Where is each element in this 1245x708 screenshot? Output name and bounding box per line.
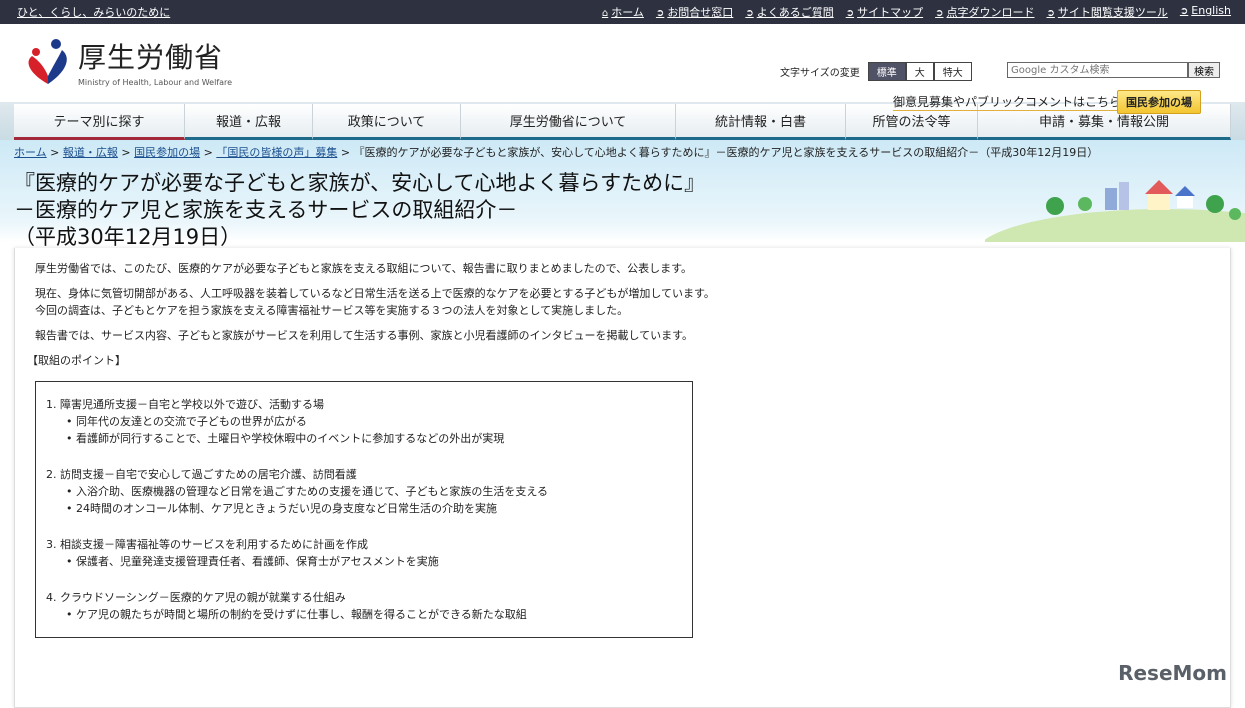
english-link[interactable]: ➲ English bbox=[1180, 4, 1231, 20]
nav-theme[interactable]: テーマ別に探す bbox=[14, 104, 185, 140]
font-size-switcher: 文字サイズの変更 標準 大 特大 bbox=[780, 62, 972, 81]
arrow-icon: ➲ bbox=[935, 8, 944, 19]
title-banner: ホーム > 報道・広報 > 国民参加の場 > 「国民の皆様の声」募集 > 『医療… bbox=[0, 140, 1245, 249]
points-label: 【取組のポイント】 bbox=[27, 354, 126, 367]
arrow-icon: ➲ bbox=[655, 8, 665, 19]
logo-jp: 厚生労働省 bbox=[78, 41, 224, 74]
watermark: ReseMom bbox=[1118, 661, 1227, 685]
intro-paragraph: 厚生労働省では、このたび、医療的ケアが必要な子どもと家族を支える取組について、報… bbox=[35, 262, 693, 275]
utility-links: ⌂ ホーム ➲ お問合せ窓口 ➲ よくあるご質問 ➲ サイトマップ ➲ 点字ダウンロード … bbox=[602, 4, 1231, 20]
breadcrumb-participation[interactable]: 国民参加の場 bbox=[134, 146, 200, 159]
font-size-large[interactable]: 大 bbox=[905, 62, 934, 81]
background-paragraph: 現在、身体に気管切開部がある、人工呼吸器を装着しているなど日常生活を送る上で医療… bbox=[35, 287, 715, 317]
kokumin-button[interactable]: 国民参加の場 bbox=[1117, 90, 1201, 114]
public-comment-link[interactable]: 御意見募集やパブリックコメントはこちら bbox=[893, 93, 1122, 111]
point-item: 1. 障害児通所支援－自宅と学校以外で遊び、活動する場 • 同年代の友達との交流で… bbox=[46, 398, 505, 445]
sitemap-link[interactable]: ➲ サイトマップ bbox=[846, 4, 923, 20]
header: 厚生労働省 Ministry of Health, Labour and Welf… bbox=[0, 24, 1245, 114]
font-size-label: 文字サイズの変更 bbox=[780, 68, 860, 79]
top-bar: ひと、くらし、みらいのために ⌂ ホーム ➲ お問合せ窓口 ➲ よくあるご質問 ➲ サイ… bbox=[0, 0, 1245, 24]
contact-link[interactable]: ➲ お問合せ窓口 bbox=[656, 4, 733, 20]
point-item: 2. 訪問支援－自宅で安心して過ごすための居宅介護、訪問看護 • 入浴介助、医療機… bbox=[46, 468, 548, 515]
breadcrumb-press[interactable]: 報道・広報 bbox=[63, 146, 118, 159]
arrow-icon: ➲ bbox=[1046, 8, 1055, 19]
mhlw-logo-icon bbox=[28, 39, 67, 84]
search-button[interactable]: 検索 bbox=[1188, 62, 1220, 78]
font-size-xlarge[interactable]: 特大 bbox=[933, 62, 972, 81]
logo[interactable]: 厚生労働省 Ministry of Health, Labour and Welf… bbox=[22, 36, 232, 88]
breadcrumb-voice[interactable]: 「国民の皆様の声」募集 bbox=[216, 146, 337, 159]
town-illustration-icon bbox=[985, 180, 1245, 242]
arrow-icon: ➲ bbox=[745, 8, 754, 19]
home-link[interactable]: ⌂ ホーム bbox=[602, 4, 644, 20]
arrow-icon: ➲ bbox=[845, 8, 855, 19]
braille-link[interactable]: ➲ 点字ダウンロード bbox=[935, 4, 1034, 20]
nav-press[interactable]: 報道・広報 bbox=[185, 104, 313, 140]
report-paragraph: 報告書では、サービス内容、子どもと家族がサービスを利用して生活する事例、家族と小… bbox=[35, 329, 694, 342]
point-item: 4. クラウドソーシング－医療的ケア児の親が就業する仕組み • ケア児の親たちが時… bbox=[46, 591, 527, 621]
point-item: 3. 相談支援－障害福祉等のサービスを利用するために計画を作成 • 保護者、児童発… bbox=[46, 538, 439, 568]
tagline-link[interactable]: ひと、くらし、みらいのために bbox=[17, 4, 170, 20]
faq-link[interactable]: ➲ よくあるご質問 bbox=[745, 4, 833, 20]
home-icon: ⌂ bbox=[601, 8, 609, 19]
nav-about[interactable]: 厚生労働省について bbox=[461, 104, 676, 140]
page-title: 『医療的ケアが必要な子どもと家族が、安心して心地よく暮らすために』 －医療的ケア… bbox=[14, 171, 706, 249]
arrow-icon: ➲ bbox=[1179, 6, 1189, 17]
logo-en: Ministry of Health, Labour and Welfare bbox=[78, 78, 233, 87]
points-box: 1. 障害児通所支援－自宅と学校以外で遊び、活動する場 • 同年代の友達との交流で… bbox=[35, 381, 693, 638]
nav-policy[interactable]: 政策について bbox=[313, 104, 461, 140]
search-form: 検索 bbox=[1007, 62, 1220, 78]
nav-statistics[interactable]: 統計情報・白書 bbox=[676, 104, 846, 140]
breadcrumb-home[interactable]: ホーム bbox=[14, 146, 47, 159]
search-input[interactable] bbox=[1007, 62, 1188, 78]
main-content: 厚生労働省では、このたび、医療的ケアが必要な子どもと家族を支える取組について、報… bbox=[14, 248, 1231, 708]
accessibility-link[interactable]: ➲ サイト閲覧支援ツール bbox=[1046, 4, 1167, 20]
font-size-standard[interactable]: 標準 bbox=[867, 62, 906, 81]
